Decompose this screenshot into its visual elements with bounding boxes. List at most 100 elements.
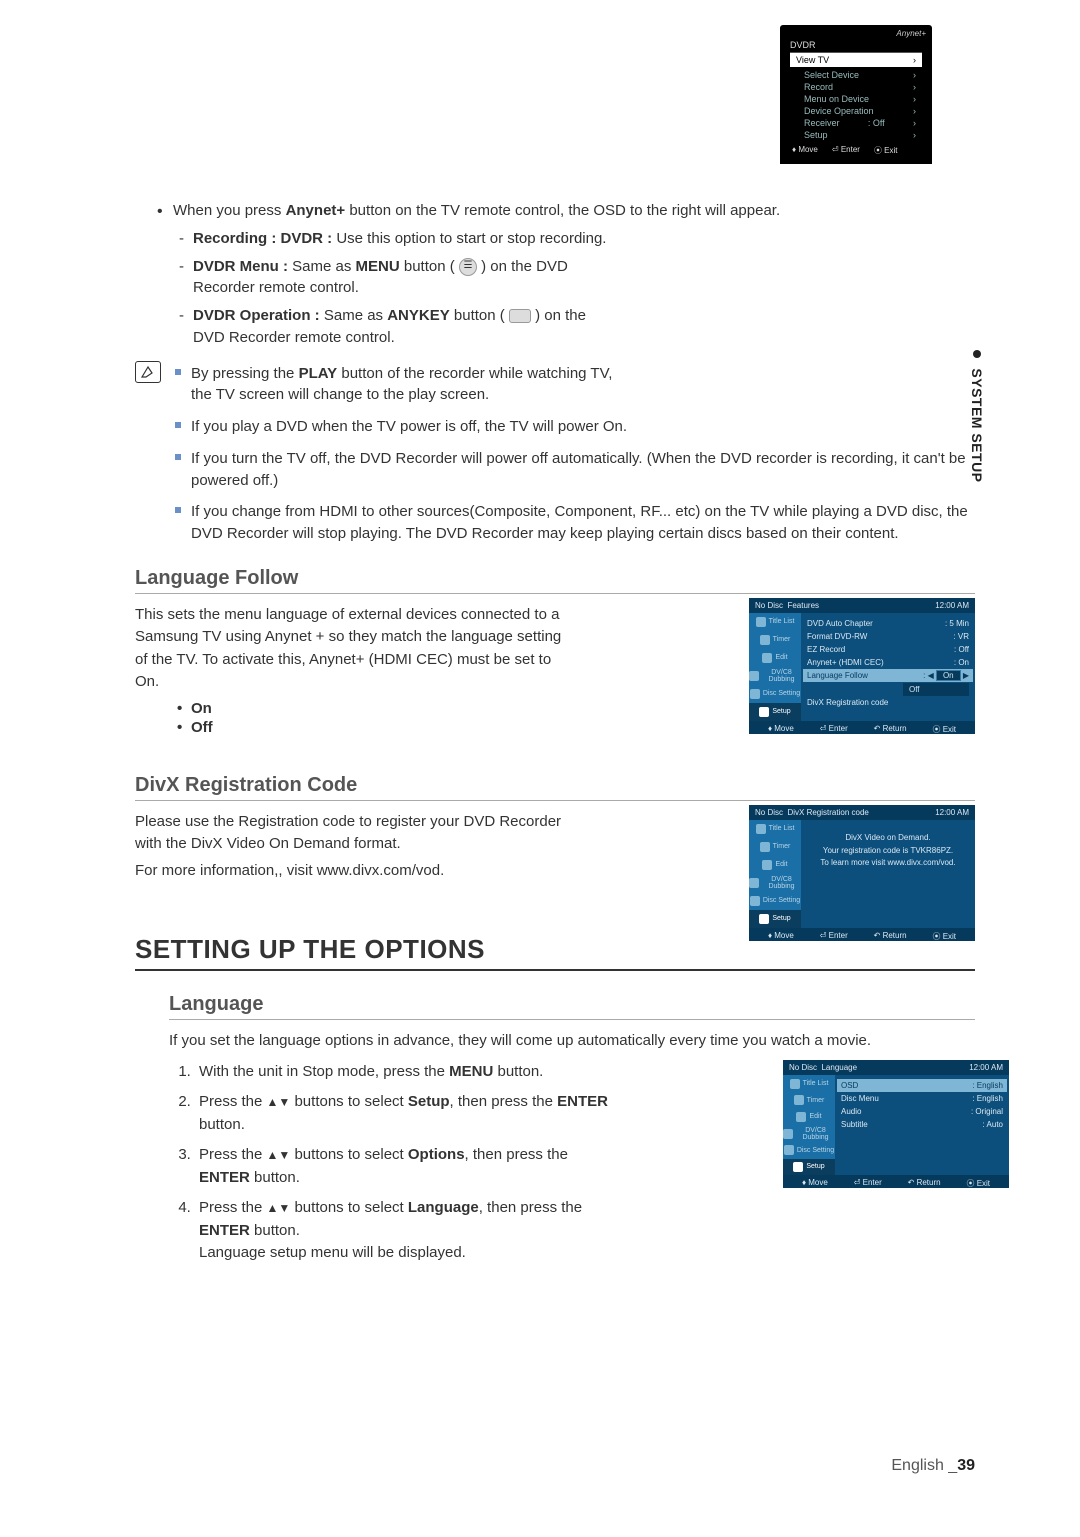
titlelist-icon: [790, 1079, 800, 1089]
side-item: Title List: [769, 618, 795, 625]
side-item: Edit: [809, 1113, 821, 1120]
gear-icon: [759, 914, 769, 924]
footer-exit: ⦿ Exit: [932, 724, 956, 734]
menu-title: Language: [821, 1063, 857, 1072]
heading-language: Language: [169, 993, 975, 1020]
note-play: By pressing the PLAY button of the recor…: [191, 363, 621, 407]
nodisc-label: No Disc: [755, 808, 783, 817]
menu-row-val: : On: [954, 658, 969, 667]
menu-option: Off: [903, 683, 969, 696]
chevron-right-icon: ›: [913, 94, 916, 104]
side-item: Disc Setting: [763, 690, 800, 697]
features-menu-screenshot: No Disc Features 12:00 AM Title List Tim…: [749, 598, 975, 734]
up-down-arrow-icon: ▲▼: [267, 1095, 291, 1109]
divx-info-line: Your registration code is TVKR86PZ.: [807, 845, 969, 858]
divx-line2: For more information,, visit www.divx.co…: [135, 860, 575, 883]
footer-move: ♦ Move: [768, 724, 794, 734]
dubbing-icon: [749, 878, 759, 888]
side-item: Timer: [773, 843, 791, 850]
side-item: DV/C8 Dubbing: [762, 876, 801, 890]
osd-row: Record: [804, 82, 833, 92]
divx-info-line: DivX Video on Demand.: [807, 832, 969, 845]
menu-row-label: Audio: [841, 1107, 937, 1116]
footer-exit: ⦿ Exit: [966, 1178, 990, 1188]
footer-enter: ⏎ Enter: [854, 1178, 882, 1188]
side-item: Edit: [775, 654, 787, 661]
language-follow-body: This sets the menu language of external …: [135, 604, 575, 694]
side-item: DV/C8 Dubbing: [796, 1127, 835, 1141]
menu-row-val: : Auto: [983, 1120, 1003, 1129]
discsetting-icon: [784, 1145, 794, 1155]
timer-icon: [794, 1095, 804, 1105]
clock: 12:00 AM: [969, 1063, 1003, 1072]
heading-language-follow: Language Follow: [135, 567, 975, 594]
footer-enter: ⏎ Enter: [820, 724, 848, 734]
titlelist-icon: [756, 617, 766, 627]
footer-enter: ⏎ Enter: [820, 931, 848, 941]
menu-row-label: Subtitle: [841, 1120, 937, 1129]
menu-title: DivX Registration code: [787, 808, 868, 817]
osd-row: Setup: [804, 130, 828, 140]
osd-row-val: : Off: [868, 118, 885, 128]
osd-row: Menu on Device: [804, 94, 869, 104]
intro-line: When you press Anynet+ button on the TV …: [173, 200, 975, 222]
heading-divx: DivX Registration Code: [135, 774, 975, 801]
side-item: Timer: [773, 636, 791, 643]
language-intro: If you set the language options in advan…: [169, 1030, 975, 1053]
menu-row-val: : VR: [953, 632, 969, 641]
timer-icon: [760, 842, 770, 852]
side-item: Title List: [769, 825, 795, 832]
option-on: On: [191, 700, 575, 717]
side-item: Edit: [775, 861, 787, 868]
note-poweron: If you play a DVD when the TV power is o…: [191, 416, 975, 438]
divx-menu-screenshot: No Disc DivX Registration code 12:00 AM …: [749, 805, 975, 941]
divx-line1: Please use the Registration code to regi…: [135, 811, 575, 856]
step-1: With the unit in Stop mode, press the ME…: [195, 1061, 609, 1084]
note-hdmi: If you change from HDMI to other sources…: [191, 501, 975, 545]
nodisc-label: No Disc: [789, 1063, 817, 1072]
menu-row-label: Anynet+ (HDMI CEC): [807, 658, 903, 667]
bullet-icon: [973, 350, 981, 358]
clock: 12:00 AM: [935, 808, 969, 817]
chevron-right-icon: ›: [913, 130, 916, 140]
side-item: Timer: [807, 1097, 825, 1104]
side-item: Title List: [803, 1080, 829, 1087]
chevron-right-icon: ›: [913, 118, 916, 128]
discsetting-icon: [750, 896, 760, 906]
up-down-arrow-icon: ▲▼: [267, 1201, 291, 1215]
menu-row-highlight: Language Follow: [807, 671, 903, 680]
side-item: Setup: [772, 708, 790, 715]
osd-row: Receiver: [804, 118, 840, 128]
footer-page-number: 39: [957, 1457, 975, 1474]
anynet-osd-screenshot: Anynet+ DVDR View TV › Select Device› Re…: [780, 25, 932, 164]
side-item: Setup: [772, 915, 790, 922]
chevron-right-icon: ›: [913, 106, 916, 116]
step-4: Press the ▲▼ buttons to select Language,…: [195, 1197, 609, 1265]
dash-recording: Recording : DVDR : Use this option to st…: [193, 228, 975, 250]
dash-dvdr-menu: DVDR Menu : Same as MENU button ( ☰ ) on…: [193, 256, 613, 300]
menu-row-label: Disc Menu: [841, 1094, 937, 1103]
side-item: Disc Setting: [797, 1147, 834, 1154]
clock: 12:00 AM: [935, 601, 969, 610]
osd-header: DVDR: [786, 40, 926, 50]
anykey-button-icon: [509, 309, 531, 323]
menu-row-highlight-val: : English: [972, 1081, 1003, 1090]
dubbing-icon: [783, 1129, 793, 1139]
side-item: Disc Setting: [763, 897, 800, 904]
menu-title: Features: [787, 601, 819, 610]
footer-return: ↶ Return: [908, 1178, 941, 1188]
step-3: Press the ▲▼ buttons to select Options, …: [195, 1144, 609, 1189]
note-icon: [135, 361, 161, 383]
anynet-logo: Anynet+: [786, 29, 926, 38]
edit-icon: [762, 860, 772, 870]
titlelist-icon: [756, 824, 766, 834]
menu-row-label: EZ Record: [807, 645, 903, 654]
menu-row-val: : 5 Min: [945, 619, 969, 628]
chevron-right-icon: ›: [913, 70, 916, 80]
menu-row-label: Format DVD-RW: [807, 632, 903, 641]
menu-row-label: DivX Registration code: [807, 698, 903, 707]
option-off: Off: [191, 719, 575, 736]
osd-footer-move: ♦ Move: [792, 145, 818, 156]
footer-move: ♦ Move: [768, 931, 794, 941]
dash-dvdr-operation: DVDR Operation : Same as ANYKEY button (…: [193, 305, 613, 349]
